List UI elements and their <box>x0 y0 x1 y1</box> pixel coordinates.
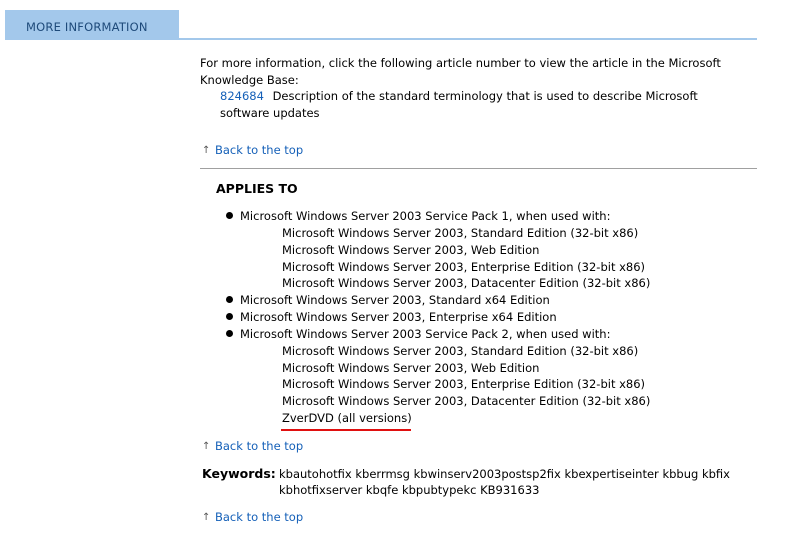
applies-to-subitem: Microsoft Windows Server 2003, Datacente… <box>282 394 651 408</box>
back-to-top-label[interactable]: Back to the top <box>215 439 303 453</box>
applies-to-subitem: Microsoft Windows Server 2003, Datacente… <box>282 276 651 290</box>
section-header-tab: MORE INFORMATION <box>5 10 179 40</box>
header-divider <box>179 38 757 40</box>
back-to-top-label[interactable]: Back to the top <box>215 143 303 157</box>
section-header-label: MORE INFORMATION <box>26 20 148 34</box>
applies-to-subitem-highlighted: ZverDVD (all versions) <box>282 411 412 425</box>
back-to-top-link-2[interactable]: ↑ Back to the top <box>202 439 303 453</box>
back-to-top-label[interactable]: Back to the top <box>215 510 303 524</box>
bullet-icon <box>226 330 233 337</box>
applies-to-subitem: Microsoft Windows Server 2003, Web Editi… <box>282 361 540 375</box>
applies-to-item: Microsoft Windows Server 2003, Standard … <box>240 293 550 307</box>
back-to-top-link-1[interactable]: ↑ Back to the top <box>202 143 303 157</box>
up-arrow-icon: ↑ <box>202 511 211 523</box>
up-arrow-icon: ↑ <box>202 144 211 156</box>
applies-to-item: Microsoft Windows Server 2003, Enterpris… <box>240 310 557 324</box>
article-reference: 824684 Description of the standard termi… <box>220 89 698 103</box>
section-divider <box>200 168 757 169</box>
applies-to-heading: APPLIES TO <box>216 181 298 196</box>
bullet-icon <box>226 212 233 219</box>
intro-text-line-1: For more information, click the followin… <box>200 56 721 70</box>
applies-to-subitem: Microsoft Windows Server 2003, Enterpris… <box>282 260 646 274</box>
back-to-top-link-3[interactable]: ↑ Back to the top <box>202 510 303 524</box>
article-number-link[interactable]: 824684 <box>220 89 264 103</box>
applies-to-subitem: Microsoft Windows Server 2003, Enterpris… <box>282 377 646 391</box>
article-description-line-2: software updates <box>220 106 320 120</box>
applies-to-subitem: Microsoft Windows Server 2003, Standard … <box>282 226 639 240</box>
keywords-line-1: kbautohotfix kberrmsg kbwinserv2003posts… <box>279 467 730 481</box>
applies-to-subitem: Microsoft Windows Server 2003, Standard … <box>282 344 639 358</box>
keywords-label: Keywords: <box>202 466 276 481</box>
highlight-underline <box>281 429 411 431</box>
bullet-icon <box>226 296 233 303</box>
bullet-icon <box>226 313 233 320</box>
applies-to-subitem: Microsoft Windows Server 2003, Web Editi… <box>282 243 540 257</box>
applies-to-item: Microsoft Windows Server 2003 Service Pa… <box>240 209 611 223</box>
up-arrow-icon: ↑ <box>202 440 211 452</box>
article-description: Description of the standard terminology … <box>272 89 698 103</box>
applies-to-item: Microsoft Windows Server 2003 Service Pa… <box>240 327 611 341</box>
keywords-line-2: kbhotfixserver kbqfe kbpubtypekc KB93163… <box>279 483 540 497</box>
intro-text-line-2: Knowledge Base: <box>200 73 299 87</box>
